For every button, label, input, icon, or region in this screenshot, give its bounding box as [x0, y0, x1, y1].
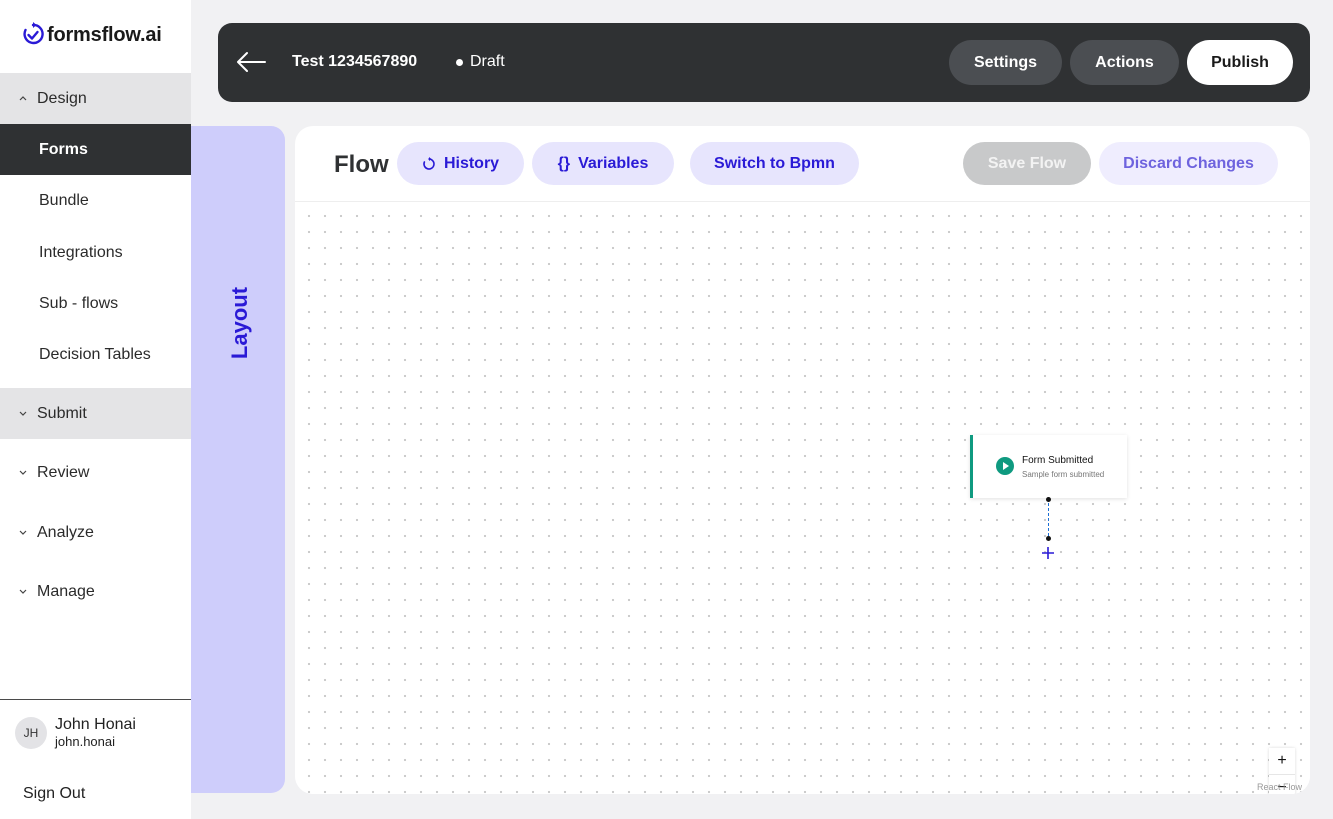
chevron-down-icon — [18, 470, 28, 475]
history-button[interactable]: History — [397, 142, 524, 185]
flow-title: Flow — [334, 151, 389, 178]
flow-panel: Flow History {} Variables Switch to Bpmn… — [295, 126, 1310, 794]
play-icon — [996, 457, 1014, 475]
user-username: john.honai — [55, 734, 115, 749]
layout-tab-label: Layout — [227, 286, 252, 360]
avatar: JH — [15, 717, 47, 749]
sidebar-section-label: Analyze — [37, 523, 94, 541]
sidebar-section-review[interactable]: Review — [0, 447, 191, 498]
user-name: John Honai — [55, 716, 136, 733]
variables-button[interactable]: {} Variables — [532, 142, 674, 185]
sidebar-section-design[interactable]: Design — [0, 73, 191, 124]
back-button[interactable] — [234, 47, 268, 77]
zoom-in-button[interactable]: + — [1269, 748, 1295, 775]
braces-icon: {} — [557, 154, 571, 172]
sidebar-item-integrations[interactable]: Integrations — [0, 227, 191, 278]
edge-target-handle[interactable] — [1046, 536, 1051, 541]
node-title: Form Submitted — [1022, 455, 1094, 466]
sidebar-section-analyze[interactable]: Analyze — [0, 507, 191, 558]
flow-canvas[interactable]: Form Submitted Sample form submitted + − — [295, 202, 1310, 794]
node-source-handle[interactable] — [1046, 497, 1051, 502]
flow-edge — [1048, 503, 1049, 536]
sidebar-section-manage[interactable]: Manage — [0, 566, 191, 617]
save-flow-button[interactable]: Save Flow — [963, 142, 1091, 185]
logo-icon — [23, 22, 44, 45]
form-header: Test 1234567890 Draft Settings Actions P… — [218, 23, 1310, 102]
status-badge: Draft — [456, 53, 505, 71]
status-label: Draft — [470, 53, 505, 70]
history-label: History — [443, 154, 500, 172]
publish-button[interactable]: Publish — [1187, 40, 1293, 85]
sidebar-item-decision-tables[interactable]: Decision Tables — [0, 329, 191, 380]
node-subtitle: Sample form submitted — [1022, 470, 1105, 479]
sidebar-divider — [0, 699, 191, 700]
sidebar-section-label: Submit — [37, 404, 87, 422]
arrow-left-icon — [237, 52, 266, 72]
add-node-icon[interactable] — [1041, 546, 1055, 562]
react-flow-attribution[interactable]: React Flow — [1257, 782, 1302, 792]
sidebar: formsflow.ai Design Forms Bundle Integra… — [0, 0, 191, 819]
status-dot-icon — [456, 58, 463, 66]
actions-button[interactable]: Actions — [1070, 40, 1179, 85]
sign-out-link[interactable]: Sign Out — [23, 785, 85, 803]
form-title: Test 1234567890 — [292, 53, 418, 70]
user-profile[interactable]: JH John Honai john.honai — [15, 716, 136, 750]
sidebar-section-submit[interactable]: Submit — [0, 388, 191, 439]
sidebar-item-sub-flows[interactable]: Sub - flows — [0, 278, 191, 329]
sidebar-section-label: Review — [37, 463, 90, 481]
chevron-down-icon — [18, 589, 28, 594]
chevron-down-icon — [18, 411, 28, 416]
chevron-down-icon — [18, 530, 28, 535]
logo-text: formsflow.ai — [47, 23, 162, 46]
discard-changes-button[interactable]: Discard Changes — [1099, 142, 1278, 185]
logo[interactable]: formsflow.ai — [22, 22, 162, 48]
sidebar-section-label: Design — [37, 89, 87, 107]
history-icon — [423, 156, 435, 170]
chevron-up-icon — [18, 96, 28, 101]
variables-label: Variables — [578, 154, 649, 172]
flow-node-form-submitted[interactable]: Form Submitted Sample form submitted — [970, 435, 1127, 498]
sidebar-section-label: Manage — [37, 582, 95, 600]
layout-tab[interactable]: Layout — [191, 126, 285, 793]
sidebar-item-forms[interactable]: Forms — [0, 124, 191, 175]
switch-to-bpmn-button[interactable]: Switch to Bpmn — [690, 142, 859, 185]
sidebar-item-bundle[interactable]: Bundle — [0, 175, 191, 226]
settings-button[interactable]: Settings — [949, 40, 1062, 85]
